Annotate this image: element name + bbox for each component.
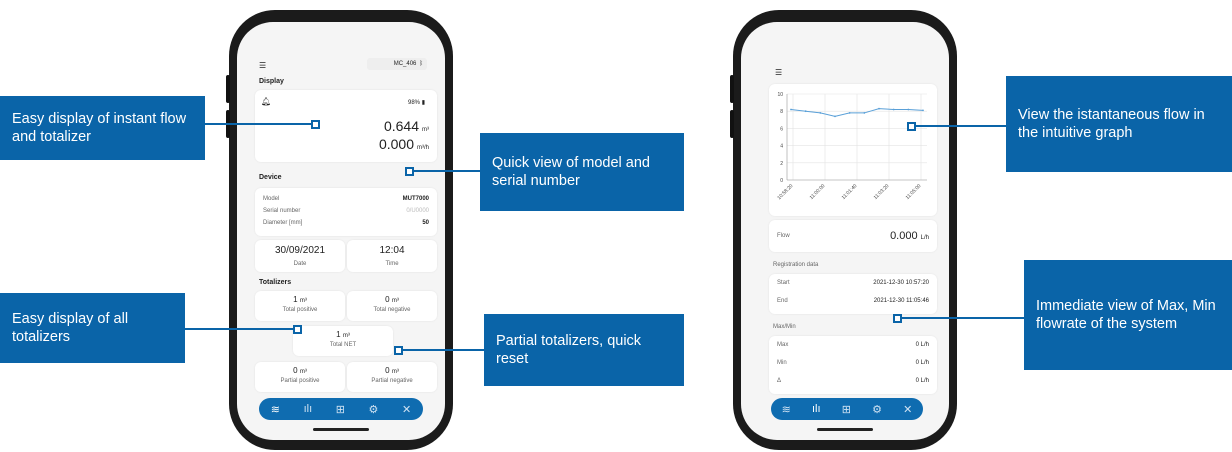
volume-readout: 0.644 m³ [383, 118, 429, 134]
grid-icon[interactable]: ⊞ [336, 403, 345, 416]
x-tick-label: 11:05:00 [905, 183, 923, 201]
diameter-row: Diameter [mm] 50 [263, 220, 429, 226]
total-negative-card[interactable]: 0 m³ Total negative [347, 291, 437, 321]
callout-connector [412, 170, 480, 172]
device-selector[interactable]: MC_406 ᛒ [367, 58, 427, 70]
partial-negative-card[interactable]: 0 m³ Partial negative [347, 362, 437, 392]
bar-chart-icon[interactable]: ılı [304, 403, 313, 415]
callout-connector [402, 349, 484, 351]
battery-icon: ▮ [421, 100, 425, 106]
partial-positive-card[interactable]: 0 m³ Partial positive [255, 362, 345, 392]
registration-card: Start 2021-12-30 10:57:20 End 2021-12-30 1… [769, 274, 937, 314]
flow-data-point [819, 112, 822, 114]
callout-partial-totalizers: Partial totalizers, quick reset [484, 314, 684, 386]
grid-icon[interactable]: ⊞ [842, 403, 851, 416]
layers-icon[interactable]: ≋ [271, 403, 280, 416]
device-section-title: Device [259, 174, 282, 181]
phone-left: ☰ MC_406 ᛒ Display 🔔︎ 98% ▮ 0.644 m³ 0.00… [226, 10, 453, 450]
flow-card: Flow 0.000 L/h [769, 220, 937, 252]
tools-icon[interactable]: ✕ [402, 403, 411, 416]
phone-screen-left: ☰ MC_406 ᛒ Display 🔔︎ 98% ▮ 0.644 m³ 0.00… [237, 22, 445, 440]
maxmin-card: Max 0 L/h Min 0 L/h Δ0 L/h [769, 336, 937, 394]
y-tick-label: 8 [780, 109, 783, 115]
total-positive-card[interactable]: 1 m³ Total positive [255, 291, 345, 321]
end-row: End 2021-12-30 11:05:46 [777, 298, 929, 304]
y-tick-label: 4 [780, 144, 783, 150]
callout-all-totalizers: Easy display of all totalizers [0, 293, 185, 363]
model-row: Model MUT7000 [263, 196, 429, 202]
battery-level: 98% ▮ [408, 100, 425, 106]
bottom-nav: ≋ ılı ⊞ ⚙ ✕ [771, 398, 923, 420]
flow-chart: 10 8 6 4 2 010:58:20 11:00:00 11:01:40 11:03:20 1… [776, 92, 927, 201]
device-id: MC_406 [393, 61, 417, 67]
delta-row: Δ0 L/h [777, 378, 929, 384]
device-card: Model MUT7000 Serial number 0/U0000 Diamet… [255, 188, 437, 236]
totalizers-section-title: Totalizers [259, 279, 292, 286]
date-card: 30/09/2021 Date [255, 240, 345, 272]
home-indicator[interactable] [817, 428, 873, 431]
flow-data-point [922, 109, 924, 112]
flow-data-point [863, 112, 866, 114]
layers-icon[interactable]: ≋ [782, 403, 791, 416]
x-tick-label: 10:58:20 [776, 183, 794, 201]
total-net-card[interactable]: 1 m³ Total NET [293, 326, 393, 356]
bar-chart-icon[interactable]: ılı [812, 403, 821, 415]
flow-data-point [878, 107, 880, 110]
flow-data-point [804, 110, 807, 113]
callout-instant-flow: Easy display of instant flow and totaliz… [0, 96, 205, 160]
maxmin-title: Max/Min [773, 324, 796, 330]
phone-right: ☰ 10 8 6 4 2 0 10:58:20 11:00:00 11:01:40 11:03:2… [730, 10, 957, 450]
x-tick-label: 11:01:40 [841, 183, 859, 201]
flow-data-point [834, 115, 836, 118]
phone-side-button [730, 75, 734, 103]
flow-readout: 0.000 m³/h [378, 136, 429, 152]
phone-screen-right: ☰ 10 8 6 4 2 0 10:58:20 11:00:00 11:01:40 11:03:2… [741, 22, 949, 440]
callout-marker [907, 122, 916, 131]
y-tick-label: 6 [780, 126, 783, 132]
flow-chart-card: 10 8 6 4 2 0 10:58:20 11:00:00 11:01:40 11:03:20 1… [769, 84, 937, 216]
bluetooth-icon: ᛒ [419, 61, 423, 67]
flow-data-point [907, 108, 910, 111]
callout-marker [293, 325, 302, 334]
flow-value: 0.000 L/h [890, 230, 929, 242]
callout-connector [185, 328, 295, 330]
bottom-nav: ≋ ılı ⊞ ⚙ ✕ [259, 398, 423, 420]
gear-icon[interactable]: ⚙ [369, 403, 379, 416]
serial-row: Serial number 0/U0000 [263, 208, 429, 214]
y-tick-label: 0 [780, 178, 783, 184]
callout-graph: View the istantaneous flow in the intuit… [1006, 76, 1232, 172]
flow-data-point [790, 108, 792, 111]
bell-icon[interactable]: 🔔︎ [261, 97, 271, 106]
callout-connector [900, 317, 1024, 319]
display-card: 🔔︎ 98% ▮ 0.644 m³ 0.000 m³/h [255, 90, 437, 162]
callout-connector [914, 125, 1006, 127]
y-tick-label: 2 [780, 161, 783, 167]
max-row: Max 0 L/h [777, 342, 929, 348]
callout-marker [311, 120, 320, 129]
home-indicator[interactable] [313, 428, 369, 431]
callout-connector [205, 123, 313, 125]
callout-marker [893, 314, 902, 323]
tools-icon[interactable]: ✕ [903, 403, 912, 416]
display-section-title: Display [259, 78, 284, 85]
min-row: Min 0 L/h [777, 360, 929, 366]
x-tick-label: 11:03:20 [873, 183, 891, 201]
y-tick-label: 10 [777, 92, 783, 98]
callout-maxmin: Immediate view of Max, Min flowrate of t… [1024, 260, 1232, 370]
flow-data-point [848, 112, 851, 114]
callout-marker [405, 167, 414, 176]
time-card: 12:04 Time [347, 240, 437, 272]
phone-side-button [226, 75, 230, 103]
menu-icon[interactable]: ☰ [775, 68, 782, 77]
menu-icon[interactable]: ☰ [259, 61, 266, 70]
x-tick-label: 11:00:00 [809, 183, 827, 201]
registration-title: Registration data [773, 262, 819, 268]
gear-icon[interactable]: ⚙ [872, 403, 882, 416]
callout-marker [394, 346, 403, 355]
phone-side-button [730, 110, 734, 138]
flow-label: Flow [777, 233, 790, 239]
callout-model-serial: Quick view of model and serial number [480, 133, 684, 211]
flow-data-point [892, 108, 895, 111]
start-row: Start 2021-12-30 10:57:20 [777, 280, 929, 286]
